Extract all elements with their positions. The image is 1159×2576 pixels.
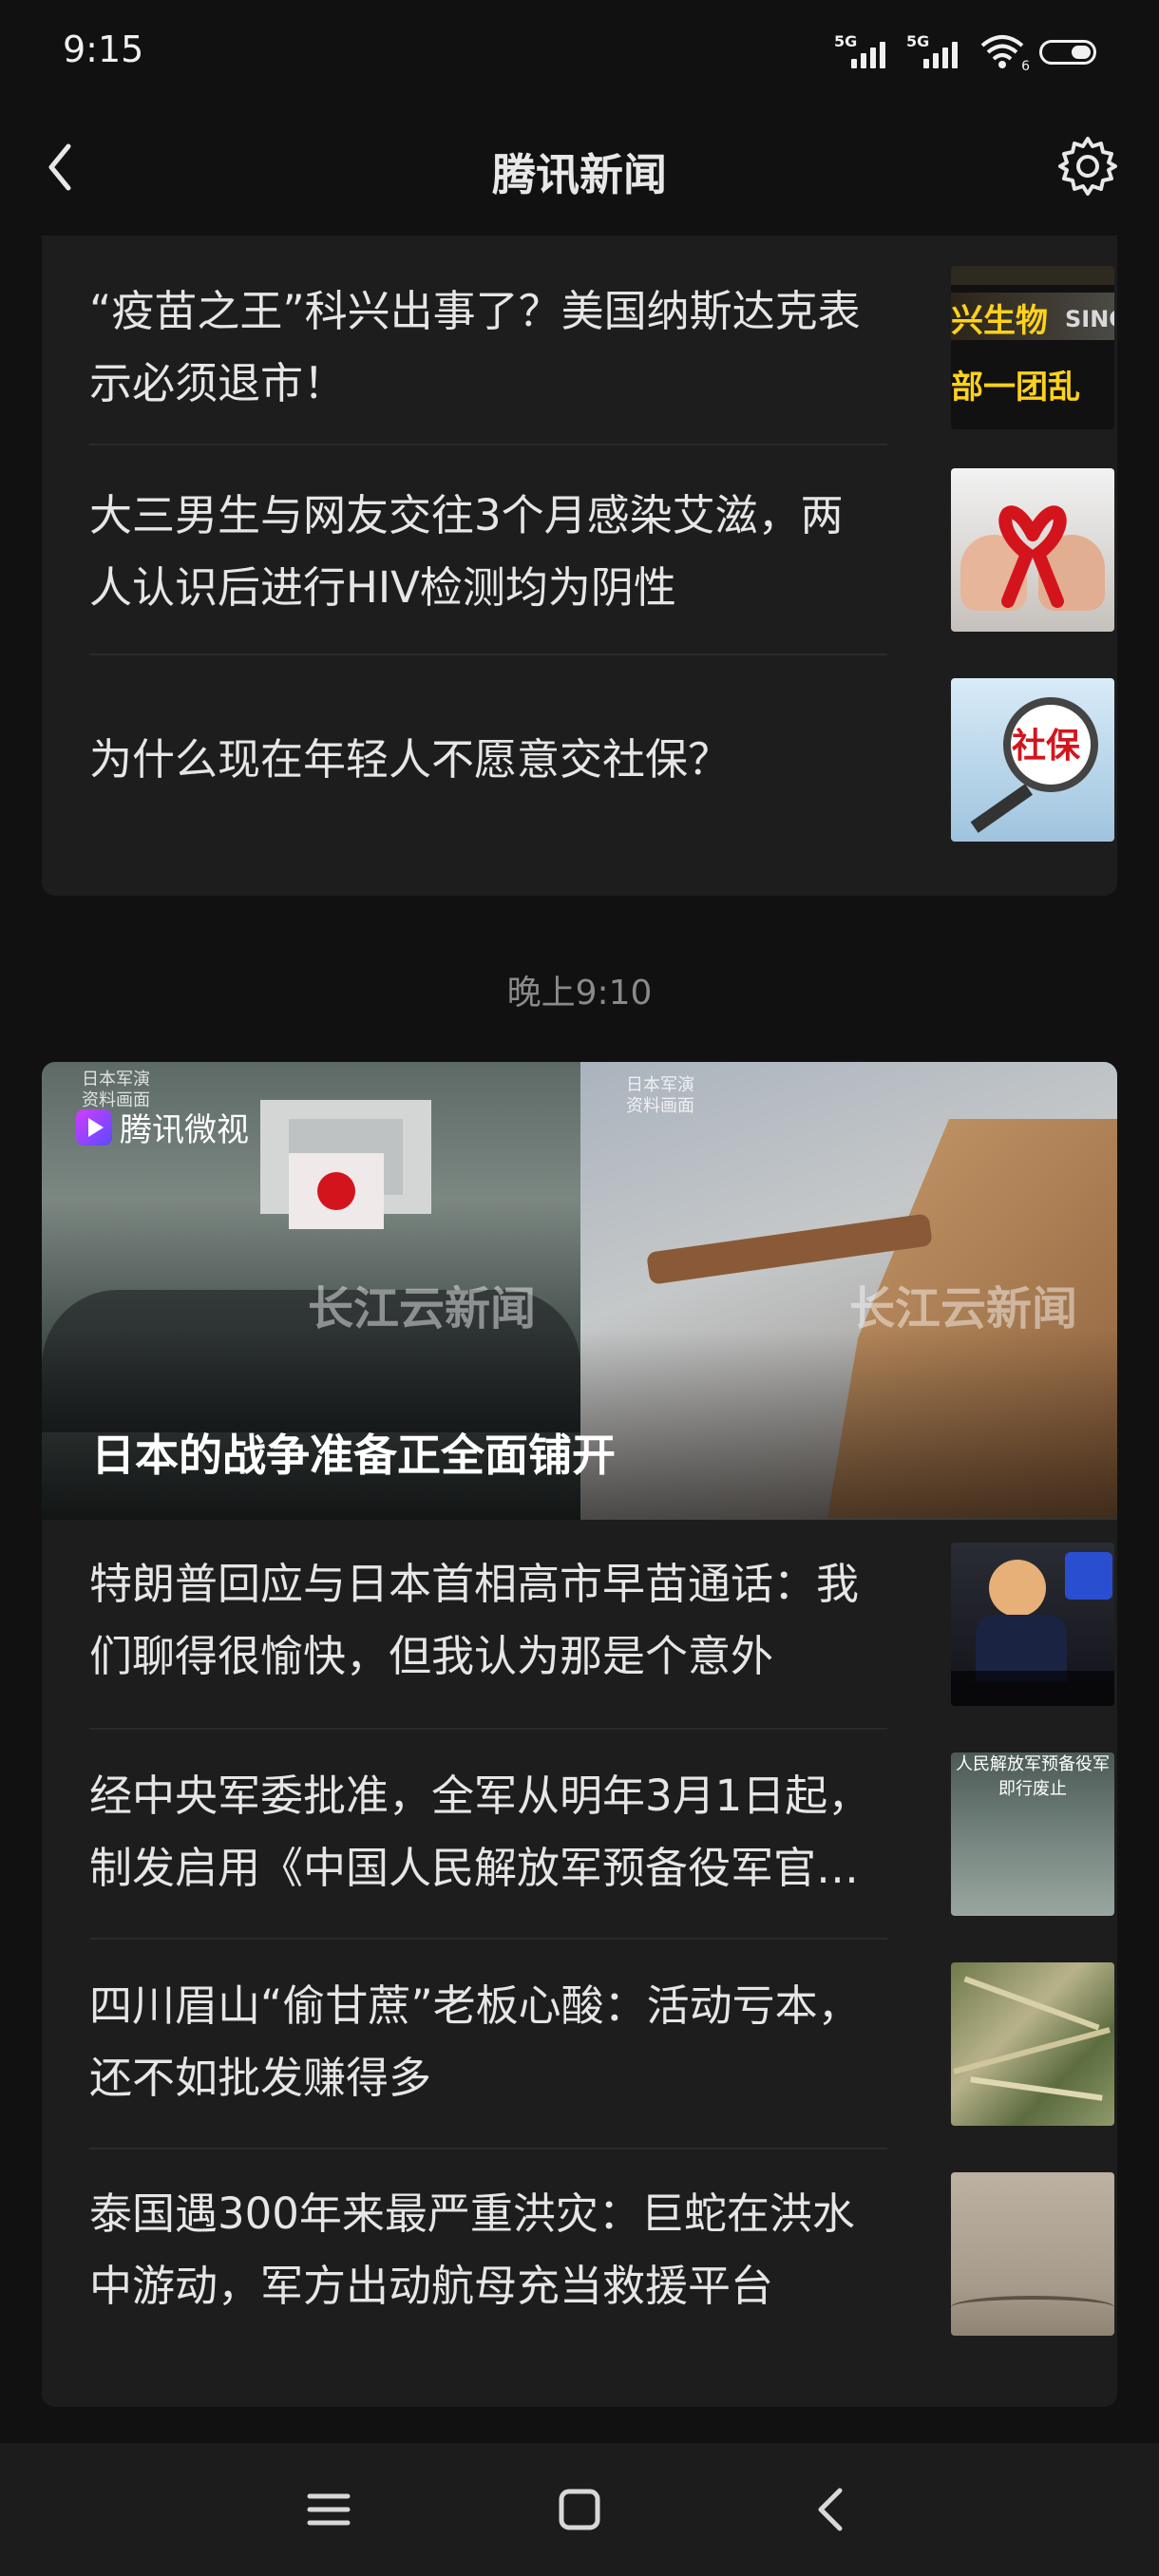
wifi-icon: 6 bbox=[978, 32, 1030, 74]
back-triangle-icon bbox=[818, 2488, 843, 2531]
settings-button[interactable] bbox=[1054, 133, 1121, 199]
thumbnail-text: 人民解放军预备役军 即行废止 bbox=[956, 1754, 1110, 1799]
news-item[interactable]: 四川眉山“偷甘蔗”老板心酸：活动亏本，还不如批发赚得多 bbox=[89, 1940, 1117, 2150]
status-time: 9:15 bbox=[63, 28, 144, 70]
news-thumbnail bbox=[951, 468, 1114, 632]
news-title: 经中央军委批准，全军从明年3月1日起，制发启用《中国人民解放军预备役军官证》 bbox=[89, 1771, 871, 1893]
news-item[interactable]: 为什么现在年轻人不愿意交社保？ 社保 bbox=[89, 655, 1117, 865]
source-label: 腾讯微视 bbox=[120, 1111, 249, 1149]
news-title: 大三男生与网友交往3个月感染艾滋，两人认识后进行HIV检测均为阴性 bbox=[89, 490, 844, 613]
page-title: 腾讯新闻 bbox=[492, 149, 667, 200]
signal-label: 5G bbox=[906, 32, 930, 50]
gear-icon bbox=[1058, 137, 1117, 196]
video-source: 腾讯微视 bbox=[76, 1104, 249, 1150]
news-item[interactable]: 经中央军委批准，全军从明年3月1日起，制发启用《中国人民解放军预备役军官证》 人… bbox=[89, 1730, 1117, 1940]
system-nav-bar bbox=[0, 2443, 1159, 2576]
news-thumbnail: 社保 bbox=[951, 678, 1114, 842]
news-item[interactable]: 泰国遇300年来最严重洪灾：巨蛇在洪水中游动，军方出动航母充当救援平台 bbox=[89, 2150, 1117, 2359]
weishi-logo-icon bbox=[76, 1108, 112, 1146]
news-thumbnail bbox=[951, 2172, 1114, 2336]
news-thumbnail: 人民解放军预备役军 即行废止 bbox=[951, 1752, 1114, 1916]
timestamp: 晚上9:10 bbox=[506, 974, 653, 1013]
news-thumbnail bbox=[951, 1543, 1114, 1706]
news-title: 泰国遇300年来最严重洪灾：巨蛇在洪水中游动，军方出动航母充当救援平台 bbox=[89, 2188, 855, 2311]
signal-label: 5G bbox=[834, 32, 858, 50]
system-icons: 5G 5G 6 bbox=[834, 32, 1096, 74]
news-item[interactable]: 大三男生与网友交往3个月感染艾滋，两人认识后进行HIV检测均为阴性 bbox=[89, 445, 1117, 655]
banner-headline: 日本的战争准备正全面铺开 bbox=[91, 1430, 616, 1481]
home-square-icon bbox=[559, 2489, 600, 2530]
news-title: 为什么现在年轻人不愿意交社保？ bbox=[89, 734, 732, 785]
news-thumbnail bbox=[951, 1962, 1114, 2126]
signal-icon: 5G bbox=[834, 32, 893, 70]
watermark-text: 日本军演 资料画面 bbox=[626, 1075, 694, 1116]
signal-icon: 5G bbox=[906, 32, 965, 70]
featured-banner[interactable]: 日本军演 资料画面 日本军演 资料画面 腾讯微视 长江云新闻 长江云新闻 日本的… bbox=[42, 1062, 1117, 1520]
news-title: “疫苗之王”科兴出事了？美国纳斯达克表示必须退市！ bbox=[89, 286, 861, 408]
news-card: “疫苗之王”科兴出事了？美国纳斯达克表示必须退市！ 兴生物 SINO 部一团乱 … bbox=[42, 236, 1117, 896]
menu-button[interactable] bbox=[300, 2481, 357, 2538]
watermark-text: 长江云新闻 bbox=[308, 1282, 537, 1335]
news-title: 特朗普回应与日本首相高市早苗通话：我们聊得很愉快，但我认为那是个意外 bbox=[89, 1559, 860, 1681]
news-item[interactable]: 特朗普回应与日本首相高市早苗通话：我们聊得很愉快，但我认为那是个意外 bbox=[89, 1520, 1117, 1730]
watermark-text: 长江云新闻 bbox=[849, 1282, 1078, 1335]
news-thumbnail: 兴生物 SINO 部一团乱 bbox=[951, 266, 1114, 429]
menu-icon bbox=[307, 2493, 351, 2526]
status-bar: 9:15 5G 5G 6 bbox=[0, 0, 1159, 104]
wifi-label: 6 bbox=[1021, 59, 1030, 74]
news-item[interactable]: “疫苗之王”科兴出事了？美国纳斯达克表示必须退市！ 兴生物 SINO 部一团乱 bbox=[89, 236, 1117, 445]
thumbnail-text: 社保 bbox=[1012, 727, 1081, 766]
battery-icon bbox=[1039, 40, 1096, 65]
home-button[interactable] bbox=[551, 2481, 608, 2538]
app-header: 腾讯新闻 bbox=[0, 104, 1159, 233]
news-card: 日本军演 资料画面 日本军演 资料画面 腾讯微视 长江云新闻 长江云新闻 日本的… bbox=[42, 1062, 1117, 2407]
system-back-button[interactable] bbox=[804, 2481, 861, 2538]
news-title: 四川眉山“偷甘蔗”老板心酸：活动亏本，还不如批发赚得多 bbox=[89, 1980, 861, 2103]
